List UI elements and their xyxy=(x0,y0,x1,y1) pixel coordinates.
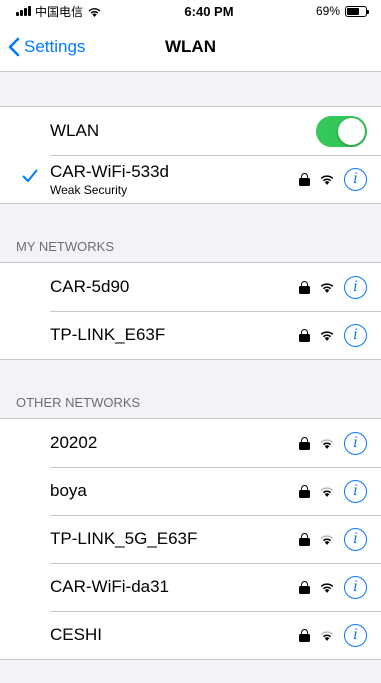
wifi-signal-icon xyxy=(320,583,334,593)
connected-network-name: CAR-WiFi-533d xyxy=(50,161,170,181)
top-spacer xyxy=(0,72,381,106)
lock-icon xyxy=(299,172,310,186)
battery-percent: 69% xyxy=(315,4,340,18)
network-row[interactable]: CAR-WiFi-da31 i xyxy=(0,563,381,611)
wifi-signal-icon xyxy=(320,439,334,449)
info-button[interactable]: i xyxy=(344,575,367,599)
info-button[interactable]: i xyxy=(344,167,367,191)
connected-network-security: Weak Security xyxy=(50,182,128,197)
my-networks-header: MY NETWORKS xyxy=(16,239,114,254)
lock-icon xyxy=(299,328,310,342)
other-networks-group: 20202 i boya i TP-LINK_5G_E63F i CAR-WiF… xyxy=(0,418,381,660)
wifi-signal-icon xyxy=(320,331,334,341)
network-row[interactable]: CAR-5d90 i xyxy=(0,263,381,311)
chevron-left-icon xyxy=(8,37,20,56)
info-button[interactable]: i xyxy=(344,623,367,647)
info-button[interactable]: i xyxy=(344,323,367,347)
carrier-name: 中国电信 xyxy=(35,4,84,19)
wifi-signal-icon xyxy=(320,283,334,293)
network-row[interactable]: CESHI i xyxy=(0,611,381,659)
wifi-status-icon xyxy=(88,7,101,17)
connected-network-row[interactable]: CAR-WiFi-533d Weak Security i xyxy=(0,155,381,203)
clock: 6:40 PM xyxy=(184,3,234,19)
lock-icon xyxy=(299,580,310,594)
navigation-bar: Settings WLAN xyxy=(0,22,381,72)
network-row[interactable]: TP-LINK_E63F i xyxy=(0,311,381,359)
wifi-signal-icon xyxy=(320,631,334,641)
battery-icon xyxy=(345,5,369,17)
network-name: boya xyxy=(50,481,87,500)
network-name: CAR-WiFi-da31 xyxy=(50,577,170,596)
info-button[interactable]: i xyxy=(344,527,367,551)
my-networks-group: CAR-5d90 i TP-LINK_E63F i xyxy=(0,262,381,360)
wifi-signal-icon xyxy=(320,175,334,185)
network-name: CESHI xyxy=(50,625,102,644)
checkmark-icon xyxy=(22,169,38,182)
cellular-signal-icon xyxy=(16,6,31,16)
wlan-group: WLAN CAR-WiFi-533d Weak Security i xyxy=(0,106,381,204)
network-row[interactable]: boya i xyxy=(0,467,381,515)
wlan-label: WLAN xyxy=(50,121,100,140)
network-name: CAR-5d90 xyxy=(50,277,130,296)
back-label: Settings xyxy=(24,36,86,56)
lock-icon xyxy=(299,628,310,642)
network-row[interactable]: 20202 i xyxy=(0,419,381,467)
network-name: TP-LINK_5G_E63F xyxy=(50,529,198,548)
back-button[interactable]: Settings xyxy=(0,37,85,57)
info-button[interactable]: i xyxy=(344,431,367,455)
lock-icon xyxy=(299,484,310,498)
wifi-signal-icon xyxy=(320,487,334,497)
wlan-toggle[interactable] xyxy=(316,115,367,147)
lock-icon xyxy=(299,532,310,546)
status-bar: 中国电信 6:40 PM 69% xyxy=(0,0,381,22)
info-button[interactable]: i xyxy=(344,479,367,503)
lock-icon xyxy=(299,436,310,450)
network-name: 20202 xyxy=(50,433,98,452)
other-networks-header: OTHER NETWORKS xyxy=(16,395,141,410)
lock-icon xyxy=(299,280,310,294)
network-name: TP-LINK_E63F xyxy=(50,325,166,344)
wifi-signal-icon xyxy=(320,535,334,545)
network-row[interactable]: TP-LINK_5G_E63F i xyxy=(0,515,381,563)
info-button[interactable]: i xyxy=(344,275,367,299)
wlan-toggle-row: WLAN xyxy=(0,107,381,155)
